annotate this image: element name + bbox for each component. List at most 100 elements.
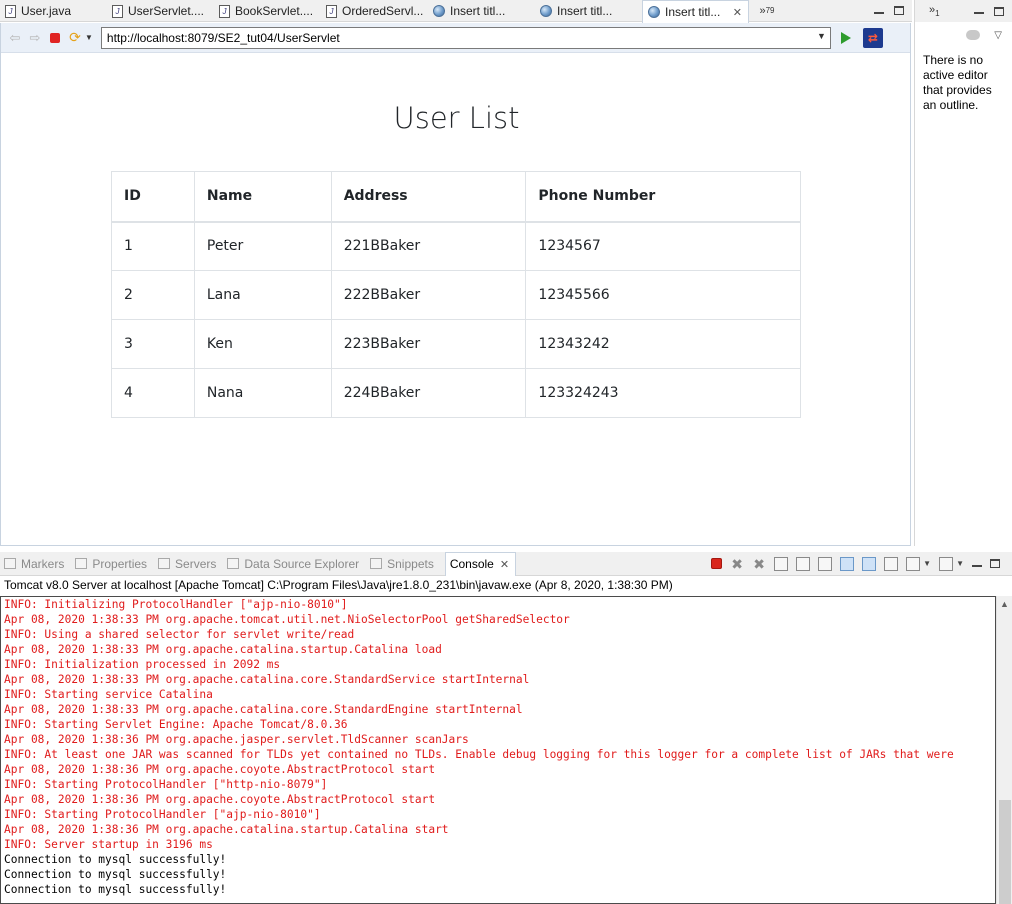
cell-name: Ken [193, 319, 332, 369]
pin-console-icon[interactable] [884, 556, 899, 571]
terminate-icon[interactable] [711, 558, 723, 569]
editor-tab-insert-title-1[interactable]: Insert titl... [428, 0, 535, 22]
tab-overflow-button[interactable]: » 79 [749, 0, 785, 21]
globe-icon [540, 5, 552, 17]
console-line: Apr 08, 2020 1:38:36 PM org.apache.jaspe… [4, 733, 469, 746]
editor-tab-orderedservlet[interactable]: J OrderedServl... [321, 0, 428, 22]
outline-window-controls [974, 6, 1012, 16]
tab-label: Servers [175, 556, 217, 571]
external-browser-icon[interactable]: ⇄ [862, 27, 883, 48]
cell-phone: 123324243 [525, 368, 801, 418]
view-menu-icon[interactable]: ▽ [994, 30, 1002, 41]
cell-address: 221BBaker [330, 221, 527, 271]
globe-icon [433, 5, 445, 17]
url-text: http://localhost:8079/SE2_tut04/UserServ… [106, 30, 340, 45]
tab-snippets[interactable]: Snippets [370, 557, 434, 571]
console-scrollbar[interactable]: ▲ [996, 596, 1012, 904]
column-header-id: ID [111, 171, 195, 223]
focus-cluster-icon[interactable] [966, 30, 981, 40]
minimize-icon[interactable] [972, 564, 982, 567]
java-file-icon: J [326, 4, 337, 18]
column-header-address: Address [330, 171, 527, 223]
console-output[interactable]: INFO: Initializing ProtocolHandler ["ajp… [0, 596, 996, 904]
console-line: INFO: At least one JAR was scanned for T… [4, 748, 954, 761]
tab-overflow-count: 79 [765, 6, 775, 15]
chevron-down-icon[interactable]: ▼ [817, 31, 826, 41]
chevron-down-icon[interactable]: ▼ [85, 33, 93, 42]
outline-overflow-count: 1 [935, 9, 940, 19]
tab-label: Data Source Explorer [244, 556, 360, 571]
minimize-icon[interactable] [974, 12, 984, 14]
tab-markers[interactable]: Markers [4, 557, 64, 571]
editor-tab-user-java[interactable]: J User.java [0, 0, 107, 22]
console-line: Apr 08, 2020 1:38:33 PM org.apache.catal… [4, 643, 442, 656]
console-line: INFO: Starting ProtocolHandler ["ajp-nio… [4, 808, 321, 821]
show-on-stdout-icon[interactable] [840, 556, 855, 571]
snippets-icon [370, 558, 383, 569]
cell-id: 3 [111, 319, 195, 369]
editor-tab-bookservlet[interactable]: J BookServlet.... [214, 0, 321, 22]
console-line: INFO: Starting service Catalina [4, 688, 213, 701]
tab-properties[interactable]: Properties [75, 557, 147, 571]
internal-browser: ⇦ ⇨ ⟳ ▼ http://localhost:8079/SE2_tut04/… [0, 23, 911, 546]
servers-icon [158, 558, 171, 569]
cell-address: 224BBaker [330, 368, 527, 418]
console-line: Apr 08, 2020 1:38:33 PM org.apache.tomca… [4, 613, 570, 626]
view-tab-bar: Markers Properties Servers Data Source E… [0, 551, 1012, 904]
table-row: 2 Lana 222BBaker 12345566 [111, 270, 801, 320]
refresh-icon[interactable]: ⟳ [67, 29, 83, 46]
maximize-icon[interactable] [990, 559, 1000, 568]
editor-tab-insert-title-2[interactable]: Insert titl... [535, 0, 642, 22]
editor-tab-userservlet[interactable]: J UserServlet.... [107, 0, 214, 22]
word-wrap-icon[interactable] [818, 556, 833, 571]
url-input[interactable]: http://localhost:8079/SE2_tut04/UserServ… [100, 26, 831, 49]
cell-id: 4 [111, 368, 195, 418]
close-icon[interactable]: ✕ [733, 6, 742, 19]
table-row: 1 Peter 221BBaker 1234567 [111, 221, 801, 271]
eclipse-window: J User.java J UserServlet.... J BookServ… [0, 0, 1012, 904]
chevron-down-icon[interactable]: ▼ [956, 559, 964, 568]
outline-overflow-button[interactable]: »1 [929, 4, 940, 18]
remove-launch-icon[interactable]: ✖ [730, 557, 744, 571]
tab-servers[interactable]: Servers [158, 557, 216, 571]
editor-tab-bar: J User.java J UserServlet.... J BookServ… [0, 0, 912, 23]
open-console-icon[interactable] [939, 556, 954, 571]
console-line: INFO: Starting ProtocolHandler ["http-ni… [4, 778, 328, 791]
console-line: INFO: Starting Servlet Engine: Apache To… [4, 718, 348, 731]
chevron-down-icon[interactable]: ▼ [923, 559, 931, 568]
cell-id: 1 [111, 221, 195, 271]
console-line: Apr 08, 2020 1:38:33 PM org.apache.catal… [4, 703, 523, 716]
console-line: Connection to mysql successfully! [4, 868, 227, 881]
forward-arrow-icon[interactable]: ⇨ [27, 30, 43, 46]
remove-all-terminated-icon[interactable]: ✖ [752, 557, 766, 571]
tab-data-source-explorer[interactable]: Data Source Explorer [227, 557, 359, 571]
tab-console[interactable]: Console ✕ [0, 551, 996, 904]
java-file-icon: J [219, 4, 230, 18]
maximize-icon[interactable] [894, 6, 904, 15]
minimize-icon[interactable] [874, 11, 884, 14]
show-on-stderr-icon[interactable] [862, 556, 877, 571]
console-line: Apr 08, 2020 1:38:33 PM org.apache.catal… [4, 673, 530, 686]
console-line: Apr 08, 2020 1:38:36 PM org.apache.coyot… [4, 763, 436, 776]
cell-phone: 12343242 [525, 319, 801, 369]
editor-tab-insert-title-active[interactable]: Insert titl... ✕ [642, 0, 749, 23]
cell-phone: 12345566 [525, 270, 801, 320]
markers-icon [4, 558, 16, 569]
back-arrow-icon[interactable]: ⇦ [7, 30, 23, 46]
display-console-icon[interactable] [906, 556, 921, 571]
editor-tab-label: Insert titl... [450, 4, 506, 18]
scroll-up-arrow-icon[interactable]: ▲ [997, 596, 1012, 612]
scroll-thumb[interactable] [999, 800, 1011, 904]
scroll-lock-icon[interactable] [796, 556, 811, 571]
console-line: Apr 08, 2020 1:38:36 PM org.apache.catal… [4, 823, 449, 836]
editor-tab-label: Insert titl... [665, 5, 721, 19]
go-play-icon[interactable] [840, 31, 851, 44]
cell-name: Peter [193, 221, 332, 271]
clear-console-icon[interactable] [774, 556, 789, 571]
cell-phone: 1234567 [525, 221, 801, 271]
outline-tab-bar: »1 [915, 0, 1012, 22]
close-icon[interactable]: ✕ [500, 558, 509, 571]
cell-name: Lana [193, 270, 332, 320]
maximize-icon[interactable] [994, 6, 1004, 16]
stop-button[interactable] [47, 30, 63, 46]
